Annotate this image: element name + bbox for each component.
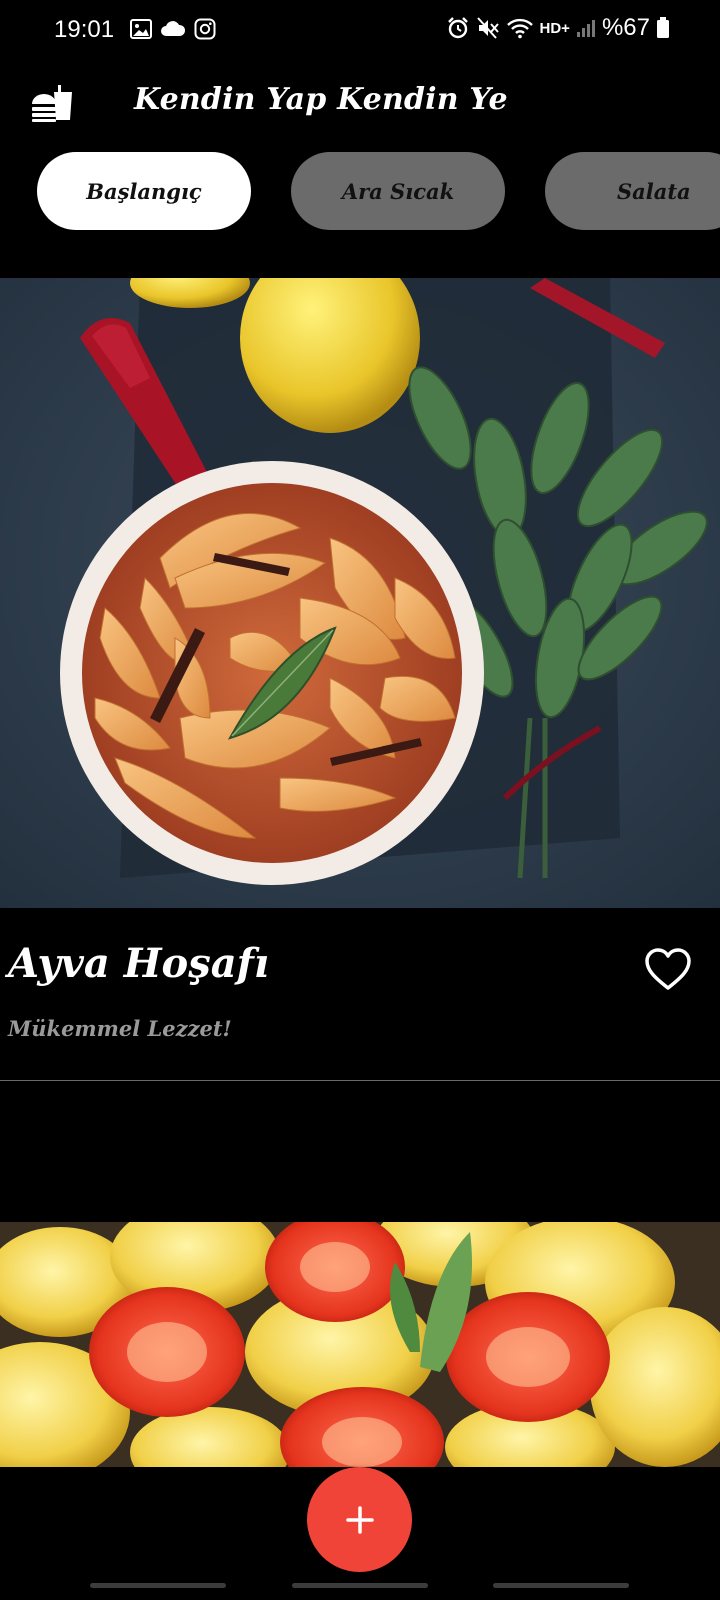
battery-icon <box>657 17 669 38</box>
fastfood-icon[interactable] <box>28 80 76 128</box>
recipe-title: Ayva Hoşafı <box>8 940 270 987</box>
heart-outline-icon[interactable] <box>644 948 692 992</box>
add-recipe-button[interactable] <box>307 1467 412 1572</box>
cloud-icon <box>161 21 186 36</box>
signal-icon <box>576 20 595 37</box>
alarm-icon <box>447 17 468 39</box>
quince-compote-photo <box>0 278 720 908</box>
category-chips: Başlangıç Ara Sıcak Salata <box>0 152 720 232</box>
status-time: 19:01 <box>54 16 115 43</box>
battery-percent: %67 <box>601 14 650 41</box>
recipe-image[interactable] <box>0 278 720 908</box>
app-bar: Kendin Yap Kendin Ye <box>0 62 720 150</box>
nav-handle-right <box>493 1583 629 1588</box>
status-left-icons <box>130 18 216 40</box>
recipe-subtitle: Mükemmel Lezzet! <box>8 1016 232 1041</box>
duchess-potatoes-photo <box>0 1222 720 1467</box>
recipe-image-2[interactable] <box>0 1222 720 1467</box>
wifi-icon <box>506 18 533 39</box>
plus-icon <box>345 1505 374 1534</box>
mute-icon <box>476 17 499 39</box>
gallery-icon <box>130 19 152 39</box>
nav-handle-left <box>90 1583 226 1588</box>
status-right-icons: HD+ %67 <box>446 14 670 42</box>
chip-baslangic[interactable]: Başlangıç <box>37 152 251 230</box>
card-divider <box>0 1080 720 1081</box>
network-label: HD+ <box>539 19 570 37</box>
nav-handle-center <box>292 1583 428 1588</box>
instagram-icon <box>194 18 216 40</box>
app-title: Kendin Yap Kendin Ye <box>134 82 508 117</box>
status-bar: 19:01 HD+ %67 <box>0 0 720 62</box>
chip-ara-sicak[interactable]: Ara Sıcak <box>291 152 505 230</box>
chip-salata[interactable]: Salata <box>545 152 720 230</box>
